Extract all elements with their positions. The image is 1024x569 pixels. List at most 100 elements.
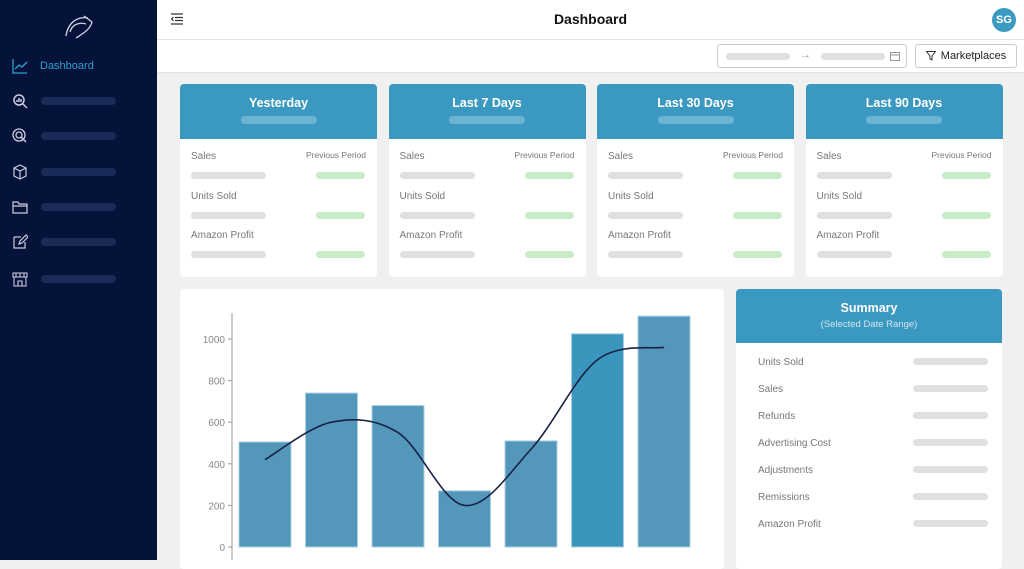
- card-value-placeholder: [657, 116, 734, 124]
- filter-icon: [925, 51, 936, 61]
- card-value-placeholder: [240, 116, 317, 124]
- sidebar-item-6[interactable]: [12, 271, 116, 287]
- chart-svg: 0 200 400 600 800 1000: [203, 313, 691, 560]
- sales-chart: 0 200 400 600 800 1000: [180, 289, 724, 569]
- sidebar-item-placeholder: [41, 203, 116, 211]
- bar: [238, 441, 292, 548]
- bar: [305, 392, 358, 548]
- sidebar-item-3[interactable]: [12, 164, 116, 180]
- card-value-placeholder: [449, 116, 525, 124]
- summary-row-label: Adjustments: [758, 465, 814, 476]
- summary-value-placeholder: [913, 439, 988, 446]
- previous-period-label: Previous Period: [305, 150, 366, 160]
- previous-value-placeholder: [524, 172, 574, 179]
- previous-value-placeholder: [524, 251, 574, 258]
- toolbar: → Marketplaces: [157, 40, 1024, 73]
- summary-value-placeholder: [913, 385, 988, 392]
- sidebar-item-0[interactable]: Dashboard: [12, 58, 94, 74]
- summary-panel: Summary (Selected Date Range) Units Sold…: [736, 289, 1002, 569]
- sidebar-item-1[interactable]: [12, 93, 116, 109]
- search-chart-icon: [13, 94, 28, 109]
- target-icon: [12, 128, 27, 143]
- previous-value-placeholder: [941, 251, 991, 258]
- store-icon: [12, 272, 28, 287]
- metric-value-placeholder: [399, 251, 475, 258]
- previous-value-placeholder: [316, 172, 365, 179]
- previous-value-placeholder: [941, 172, 991, 179]
- metric-label: Amazon Profit: [816, 230, 880, 241]
- previous-value-placeholder: [941, 211, 991, 219]
- folder-icon: [12, 201, 28, 214]
- sidebar-item-placeholder: [41, 168, 116, 176]
- box-icon: [13, 164, 27, 180]
- summary-row-label: Remissions: [758, 492, 810, 503]
- metric-value-placeholder: [399, 211, 475, 219]
- card-title: Yesterday: [248, 96, 309, 110]
- metric-label: Amazon Profit: [191, 230, 254, 241]
- metric-value-placeholder: [816, 211, 892, 219]
- y-tick-label: 800: [208, 377, 225, 388]
- bar: [637, 315, 691, 548]
- summary-subtitle: (Selected Date Range): [820, 319, 918, 330]
- bar: [571, 333, 624, 548]
- previous-value-placeholder: [733, 211, 782, 219]
- bar: [504, 440, 558, 548]
- sidebar-item-4[interactable]: [12, 199, 116, 215]
- date-range-picker[interactable]: →: [717, 44, 907, 68]
- metric-label: Sales: [399, 151, 425, 162]
- chart-line-icon: [12, 59, 28, 74]
- sidebar-item-placeholder: [41, 97, 116, 105]
- previous-value-placeholder: [316, 211, 365, 219]
- summary-row-label: Advertising Cost: [758, 438, 831, 449]
- previous-value-placeholder: [733, 251, 782, 258]
- top-bar: Dashboard SG: [157, 0, 1024, 40]
- arrow-right-icon: →: [800, 49, 811, 61]
- end-date-placeholder: [821, 53, 885, 60]
- summary-value-placeholder: [913, 520, 988, 527]
- previous-period-label: Previous Period: [722, 150, 783, 160]
- edit-icon: [13, 234, 28, 249]
- sidebar-item-label: Dashboard: [40, 60, 94, 72]
- previous-value-placeholder: [733, 172, 782, 179]
- sidebar-item-placeholder: [41, 238, 116, 246]
- metric-value-placeholder: [399, 172, 475, 179]
- sidebar-item-5[interactable]: [12, 234, 116, 250]
- page-title: Dashboard: [553, 11, 628, 27]
- card-title: Last 90 Days: [865, 96, 943, 110]
- metric-label: Units Sold: [399, 190, 446, 202]
- metric-label: Units Sold: [816, 190, 863, 202]
- previous-value-placeholder: [524, 211, 574, 219]
- metric-label: Amazon Profit: [399, 230, 463, 241]
- summary-row-label: Units Sold: [758, 357, 804, 368]
- metric-value-placeholder: [816, 251, 892, 258]
- previous-value-placeholder: [316, 251, 365, 258]
- summary-value-placeholder: [913, 412, 988, 419]
- bar: [371, 405, 425, 548]
- summary-title: Summary: [840, 301, 898, 315]
- marketplaces-button[interactable]: Marketplaces: [915, 44, 1017, 68]
- metric-label: Units Sold: [608, 190, 654, 202]
- sidebar-item-2[interactable]: [12, 128, 116, 144]
- y-tick-label: 0: [219, 543, 225, 554]
- start-date-placeholder: [726, 53, 790, 60]
- metric-label: Units Sold: [191, 190, 237, 202]
- card-value-placeholder: [866, 116, 942, 124]
- metric-value-placeholder: [191, 251, 266, 258]
- period-card: Last 90 Days Previous Period Sales Units …: [805, 84, 1003, 277]
- avatar[interactable]: SG: [992, 8, 1016, 32]
- y-tick-label: 600: [208, 418, 225, 429]
- marketplaces-label: Marketplaces: [940, 50, 1007, 62]
- logo-icon: [65, 15, 93, 39]
- period-card: Last 30 Days Previous Period Sales Units …: [597, 84, 794, 277]
- y-tick-label: 400: [208, 460, 225, 471]
- card-title: Last 7 Days: [452, 96, 522, 110]
- calendar-icon: [890, 52, 900, 61]
- metric-value-placeholder: [608, 211, 683, 219]
- metric-value-placeholder: [608, 251, 683, 258]
- summary-value-placeholder: [913, 466, 988, 473]
- sidebar-item-placeholder: [41, 132, 116, 140]
- metric-value-placeholder: [191, 172, 266, 179]
- metric-label: Sales: [191, 151, 217, 162]
- summary-row-label: Amazon Profit: [758, 519, 821, 530]
- summary-value-placeholder: [913, 358, 988, 365]
